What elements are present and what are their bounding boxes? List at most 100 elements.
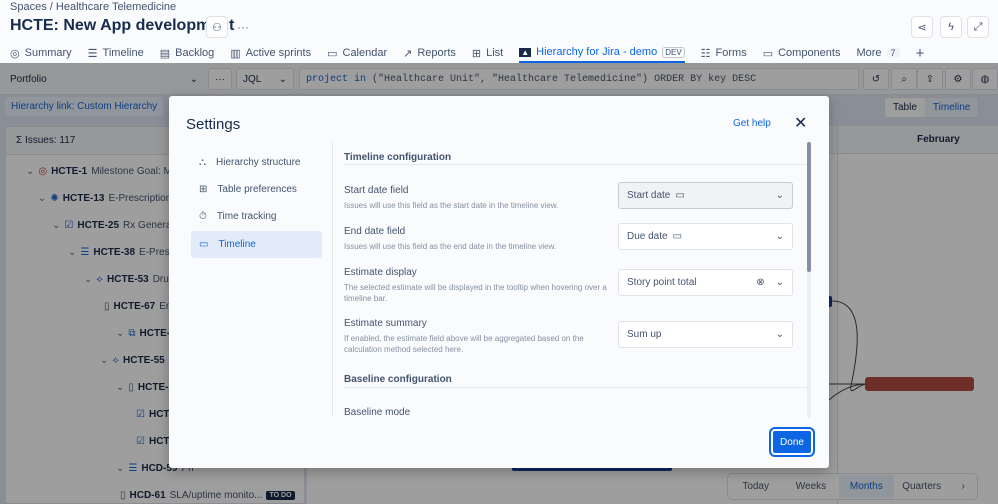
calendar-icon: ▭ xyxy=(675,190,685,201)
issue-key[interactable]: HCTE-1 xyxy=(51,166,87,177)
clear-icon[interactable]: ⊗ xyxy=(756,277,764,288)
add-tab-icon[interactable]: + xyxy=(916,43,925,63)
chevron-down-icon[interactable]: ⌄ xyxy=(52,220,60,231)
issue-key[interactable]: HCTE-25 xyxy=(77,220,119,231)
list-icon: ⊞ xyxy=(471,47,482,60)
portfolio-select[interactable]: Portfolio ⌄ xyxy=(4,68,204,90)
scale-weeks[interactable]: Weeks xyxy=(783,475,838,498)
issue-key[interactable]: HCTE-55 xyxy=(123,355,165,366)
jql-mode-select[interactable]: JQL ⌄ xyxy=(236,68,294,90)
tab-reports[interactable]: ↗ Reports xyxy=(403,43,456,63)
estimate-summary-select[interactable]: Sum up ⌄ xyxy=(618,321,793,348)
tree-row[interactable]: ⌄ ☑ HCTE-25 Rx Generation xyxy=(52,217,188,233)
tree-row[interactable]: ⌄ ◎ HCTE-1 Milestone Goal: Miles xyxy=(26,163,187,179)
tab-active-sprints[interactable]: ▥ Active sprints xyxy=(230,43,311,63)
gear-icon[interactable]: ⚙ xyxy=(945,68,971,90)
scale-quarters[interactable]: Quarters xyxy=(894,475,949,498)
field-description: Issues will use this field as the start … xyxy=(344,201,559,210)
tab-more[interactable]: More 7 xyxy=(856,43,900,63)
search-icon[interactable]: ⌕ xyxy=(891,68,917,90)
globe-icon: ◎ xyxy=(10,47,20,60)
tab-forms[interactable]: ☷ Forms xyxy=(701,43,747,63)
breadcrumb-project[interactable]: Healthcare Telemedicine xyxy=(56,1,176,13)
chevron-down-icon: ⌄ xyxy=(775,231,784,242)
tree-row[interactable]: ▯ HCD-61 SLA/uptime monito... TO DO xyxy=(116,487,295,503)
end-date-select[interactable]: Due date ▭ ⌄ xyxy=(618,223,793,250)
hierarchy-link-button[interactable]: Hierarchy link: Custom Hierarchy xyxy=(5,97,164,116)
scale-months[interactable]: Months xyxy=(838,475,894,498)
hierarchy-app-icon: ▲ xyxy=(519,47,532,57)
nav-timeline[interactable]: ▭ Timeline xyxy=(191,231,322,258)
issue-key[interactable]: HCTE-38 xyxy=(93,247,135,258)
view-timeline[interactable]: Timeline xyxy=(924,98,979,117)
field-label: Baseline mode xyxy=(344,407,411,418)
timeline-bar[interactable] xyxy=(865,377,974,391)
estimate-display-select[interactable]: Story point total ⊗ ⌄ xyxy=(618,269,793,296)
get-help-link[interactable]: Get help xyxy=(733,118,771,129)
chevron-down-icon[interactable]: ⌄ xyxy=(26,166,34,177)
tab-list[interactable]: ⊞ List xyxy=(472,43,503,63)
share-icon[interactable]: ⋖ xyxy=(911,16,933,38)
view-table[interactable]: Table xyxy=(885,98,925,117)
tab-backlog[interactable]: ▤ Backlog xyxy=(160,43,215,63)
tab-hierarchy[interactable]: ▲ Hierarchy for Jira - demo DEV xyxy=(519,43,685,63)
chevron-down-icon[interactable]: ⌄ xyxy=(68,247,76,258)
nav-table-preferences[interactable]: ⊞ Table preferences xyxy=(191,176,322,203)
tree-row[interactable]: ⌄ ✺ HCTE-13 E-Prescriptions a xyxy=(38,190,185,206)
issue-type-icon: ⟡ xyxy=(112,354,120,366)
automation-icon[interactable]: ϟ xyxy=(940,16,962,38)
scrollbar[interactable] xyxy=(807,142,811,418)
calendar-icon: ▭ xyxy=(327,47,338,60)
table-icon: ⊞ xyxy=(199,184,208,195)
start-date-select[interactable]: Start date ▭ ⌄ xyxy=(618,182,793,209)
nav-hierarchy-structure[interactable]: ⛬ Hierarchy structure xyxy=(191,149,322,176)
jql-input[interactable]: project in ("Healthcare Unit", "Healthca… xyxy=(299,68,859,90)
issue-key[interactable]: HCTE-67 xyxy=(114,301,156,312)
dev-badge: DEV xyxy=(662,46,685,58)
issue-key[interactable]: HCTE-13 xyxy=(63,193,105,204)
calendar-icon: ▭ xyxy=(199,239,209,250)
more-actions-button[interactable]: ··· xyxy=(237,20,249,34)
chevron-down-icon[interactable]: ⌄ xyxy=(84,274,92,285)
tab-calendar[interactable]: ▭ Calendar xyxy=(327,43,387,63)
field-description: If enabled, the estimate field above wil… xyxy=(344,334,584,354)
issue-key[interactable]: HCTE-53 xyxy=(107,274,149,285)
nav-time-tracking[interactable]: ⏱ Time tracking xyxy=(191,203,322,230)
issue-type-icon: ☰ xyxy=(80,246,90,258)
field-label: Start date field xyxy=(344,185,409,196)
reset-icon[interactable]: ↺ xyxy=(863,68,889,90)
chevron-down-icon[interactable]: ⌄ xyxy=(116,382,124,393)
components-icon: ▭ xyxy=(762,47,774,60)
divider xyxy=(332,141,333,416)
options-button[interactable]: ··· xyxy=(208,68,232,90)
nav-label: Table preferences xyxy=(217,184,297,195)
support-icon[interactable]: ◍ xyxy=(972,68,998,90)
tab-components[interactable]: ▭ Components xyxy=(763,43,841,63)
chevron-down-icon[interactable]: ⌄ xyxy=(116,463,124,474)
scrollbar-thumb[interactable] xyxy=(807,142,811,272)
fullscreen-icon[interactable]: ⤢ xyxy=(967,16,989,38)
chevron-right-icon[interactable]: › xyxy=(949,475,977,498)
export-icon[interactable]: ⇪ xyxy=(917,68,943,90)
board-icon: ▥ xyxy=(230,47,241,60)
breadcrumb-spaces[interactable]: Spaces xyxy=(10,1,47,13)
chevron-down-icon: ⌄ xyxy=(775,190,784,201)
field-label: Estimate summary xyxy=(344,318,427,329)
done-button[interactable]: Done xyxy=(769,427,815,457)
issue-type-icon: ▯ xyxy=(104,300,110,312)
query-text: ("Healthcare Unit", "Healthcare Telemedi… xyxy=(366,73,757,85)
stopwatch-icon: ⏱ xyxy=(199,211,207,222)
backlog-icon: ▤ xyxy=(159,47,171,60)
select-value: Sum up xyxy=(627,329,662,340)
close-icon[interactable]: ✕ xyxy=(794,113,807,133)
team-icon[interactable]: ⚇ xyxy=(206,16,228,38)
scale-today[interactable]: Today xyxy=(728,475,783,498)
tab-summary[interactable]: ◎ Summary xyxy=(10,43,72,63)
issue-key[interactable]: HCD-61 xyxy=(130,490,166,501)
chevron-down-icon[interactable]: ⌄ xyxy=(116,328,124,339)
issue-type-icon: ✺ xyxy=(50,192,59,204)
issue-type-icon: ☑ xyxy=(136,435,145,447)
tab-timeline[interactable]: ☰ Timeline xyxy=(88,43,144,63)
chevron-down-icon[interactable]: ⌄ xyxy=(38,193,46,204)
chevron-down-icon[interactable]: ⌄ xyxy=(100,355,108,366)
